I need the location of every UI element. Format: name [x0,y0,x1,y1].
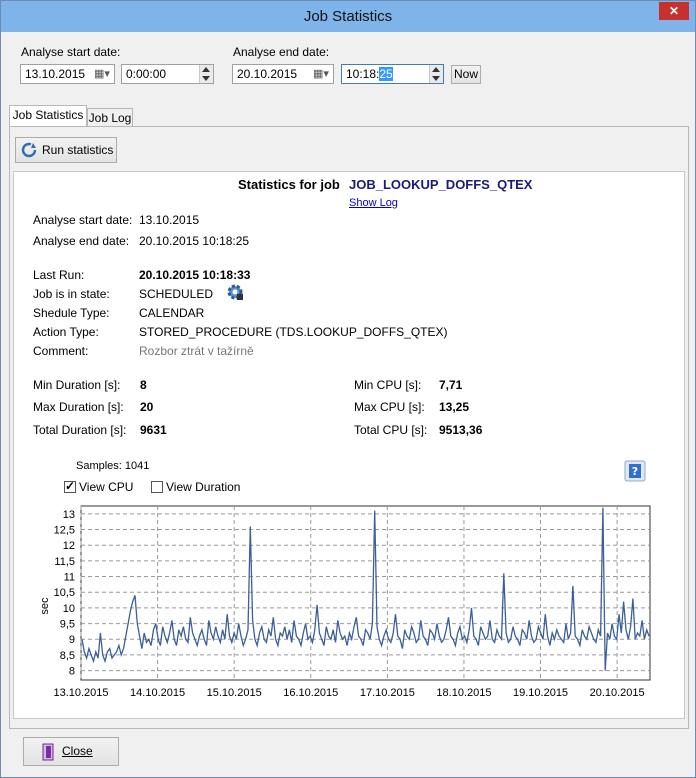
end-date-label: Analyse end date: [233,45,330,59]
refresh-icon [21,142,37,158]
metric-label: Min CPU [s]: [354,378,422,392]
metric-label: Max Duration [s]: [33,400,124,414]
state-value: SCHEDULED [139,287,214,301]
x-tick-label: 14.10.2015 [130,687,185,699]
start-date-value: 13.10.2015 [25,67,86,81]
svg-text:?: ? [632,465,638,478]
y-tick-label: 12 [63,540,75,552]
y-tick-label: 11 [64,572,75,584]
row-label: Shedule Type: [33,306,110,320]
window-close-button[interactable]: ✕ [659,2,689,20]
view-duration-label: View Duration [166,480,241,494]
plot-area [80,505,651,681]
help-icon[interactable]: ? [624,460,646,482]
y-tick-label: 9 [69,634,75,646]
end-date-value: 20.10.2015 [237,67,298,81]
comment-value: Rozbor ztrát v tažírně [139,344,254,358]
start-time-field[interactable]: 0:00:00 [121,64,214,84]
x-tick-label: 13.10.2015 [53,687,108,699]
view-cpu-checkbox[interactable]: ✓ [64,479,76,493]
chart-grid [80,505,651,681]
scheduled-gear-icon [227,284,243,300]
x-tick-label: 16.10.2015 [283,687,338,699]
y-tick-label: 10 [63,603,75,615]
close-label: Close [62,744,93,758]
end-time-field[interactable]: 10:18:25 [341,64,444,84]
row-value: 13.10.2015 [139,213,200,227]
row-label: Analyse end date: [33,234,130,248]
now-button[interactable]: Now [451,65,481,84]
job-name: JOB_LOOKUP_DOFFS_QTEX [349,177,533,192]
metric-label: Total Duration [s]: [33,423,127,437]
report-heading: Statistics for job [238,177,340,192]
metric-value: 13,25 [439,400,470,414]
y-tick-label: 12,5 [54,525,75,537]
run-statistics-label: Run statistics [42,143,114,157]
title-bar: Job Statistics ✕ [1,1,695,32]
metric-label: Total CPU [s]: [354,423,428,437]
metric-value: 9631 [140,423,167,437]
x-tick-label: 19.10.2015 [513,687,568,699]
x-tick-label: 17.10.2015 [360,687,415,699]
view-cpu-label: View CPU [79,480,134,494]
x-tick-label: 20.10.2015 [590,687,645,699]
start-time-spinner[interactable] [199,65,213,83]
close-button[interactable]: Close [23,737,119,766]
row-value: CALENDAR [139,306,205,320]
end-date-field[interactable]: 20.10.2015 ▦▾ [232,64,334,84]
calendar-dropdown-icon[interactable]: ▦▾ [90,65,114,83]
check-icon: ✓ [65,479,76,493]
window-title: Job Statistics [303,8,393,25]
tab-job-statistics[interactable]: Job Statistics [9,105,87,127]
y-tick-label: 8,5 [60,650,75,662]
metric-value: 20 [140,400,154,414]
x-axis-ticks: 13.10.2015 14.10.2015 15.10.2015 16.10.2015… [53,687,644,699]
y-tick-label: 13 [63,509,75,521]
y-tick-label: 11,5 [54,556,75,568]
metric-label: Min Duration [s]: [33,378,121,392]
row-label: Comment: [33,344,89,358]
show-log-link[interactable]: Show Log [349,197,398,209]
x-tick-label: 18.10.2015 [436,687,491,699]
statistics-report: Statistics for job JOB_LOOKUP_DOFFS_QTEX… [13,171,685,719]
y-tick-label: 10,5 [54,587,75,599]
metric-value: 9513,36 [439,423,483,437]
metric-value: 8 [140,378,147,392]
metric-label: Max CPU [s]: [354,400,425,414]
row-value: 20.10.2015 10:18:25 [139,234,250,248]
end-time-selection: 25 [379,67,393,81]
exit-door-icon [42,743,54,761]
row-label: Action Type: [33,325,99,339]
row-label: Analyse start date: [33,213,133,227]
row-label: Last Run: [33,268,85,282]
x-tick-label: 15.10.2015 [207,687,262,699]
last-run-value: 20.10.2015 10:18:33 [139,268,251,282]
metric-value: 7,71 [439,378,463,392]
start-date-field[interactable]: 13.10.2015 ▦▾ [20,64,115,84]
run-statistics-button[interactable]: Run statistics [15,137,117,163]
y-tick-label: 8 [69,666,75,678]
start-date-label: Analyse start date: [21,45,121,59]
row-label: Job is in state: [33,287,110,301]
end-time-spinner[interactable] [429,65,443,83]
row-value: STORED_PROCEDURE (TDS.LOOKUP_DOFFS_QTEX) [139,325,448,339]
calendar-dropdown-icon[interactable]: ▦▾ [309,65,333,83]
y-axis-label: sec [39,597,51,615]
cpu-duration-chart: 88,599,51010,51111,51212,513 13.10.2015 1… [39,505,651,699]
view-duration-checkbox[interactable] [151,481,163,493]
samples-count: Samples: 1041 [76,460,150,472]
tab-job-log[interactable]: Job Log [87,108,133,127]
y-tick-label: 9,5 [60,619,75,631]
window: Job Statistics ✕ Analyse start date: 13.… [0,0,696,778]
end-time-value: 10:18: [346,67,380,81]
start-time-value: 0:00:00 [126,67,167,81]
y-axis-ticks: 8 8,5 9 9,5 10 10,5 11 11,5 12 12,5 13 [54,509,75,678]
